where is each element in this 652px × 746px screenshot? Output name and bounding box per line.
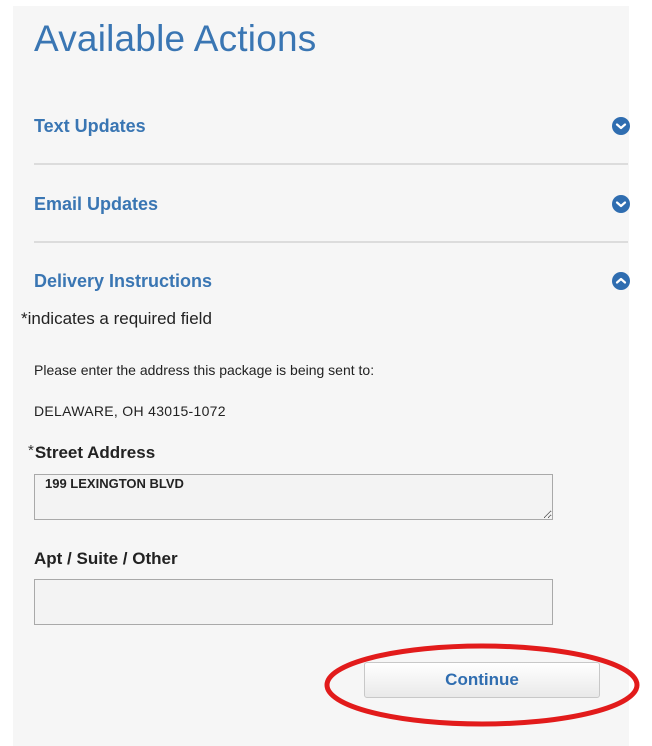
accordion-email-updates-label: Email Updates — [34, 194, 159, 214]
accordion-text-updates-label: Text Updates — [34, 116, 146, 136]
city-state-zip: DELAWARE, OH 43015-1072 — [34, 403, 226, 419]
chevron-down-icon[interactable] — [612, 117, 630, 135]
divider — [34, 163, 628, 165]
street-address-input[interactable]: 199 LEXINGTON BLVD — [34, 474, 553, 520]
address-prompt: Please enter the address this package is… — [34, 362, 375, 378]
continue-button[interactable]: Continue — [364, 662, 600, 698]
chevron-up-icon[interactable] — [612, 272, 630, 290]
accordion-delivery-instructions[interactable]: Delivery Instructions — [34, 264, 630, 300]
accordion-text-updates[interactable]: Text Updates — [34, 109, 630, 145]
street-address-label: *Street Address — [28, 442, 156, 463]
apt-suite-input[interactable] — [34, 579, 553, 625]
page-title: Available Actions — [34, 18, 317, 59]
required-field-note: *indicates a required field — [21, 309, 212, 328]
required-marker: * — [28, 442, 34, 459]
available-actions-panel: Available Actions Text Updates Email Upd… — [13, 6, 630, 746]
chevron-down-icon[interactable] — [612, 195, 630, 213]
divider — [34, 241, 628, 243]
accordion-email-updates[interactable]: Email Updates — [34, 187, 630, 223]
accordion-delivery-instructions-label: Delivery Instructions — [34, 271, 213, 291]
apt-suite-label: Apt / Suite / Other — [34, 549, 178, 568]
street-address-label-text: Street Address — [34, 443, 156, 462]
